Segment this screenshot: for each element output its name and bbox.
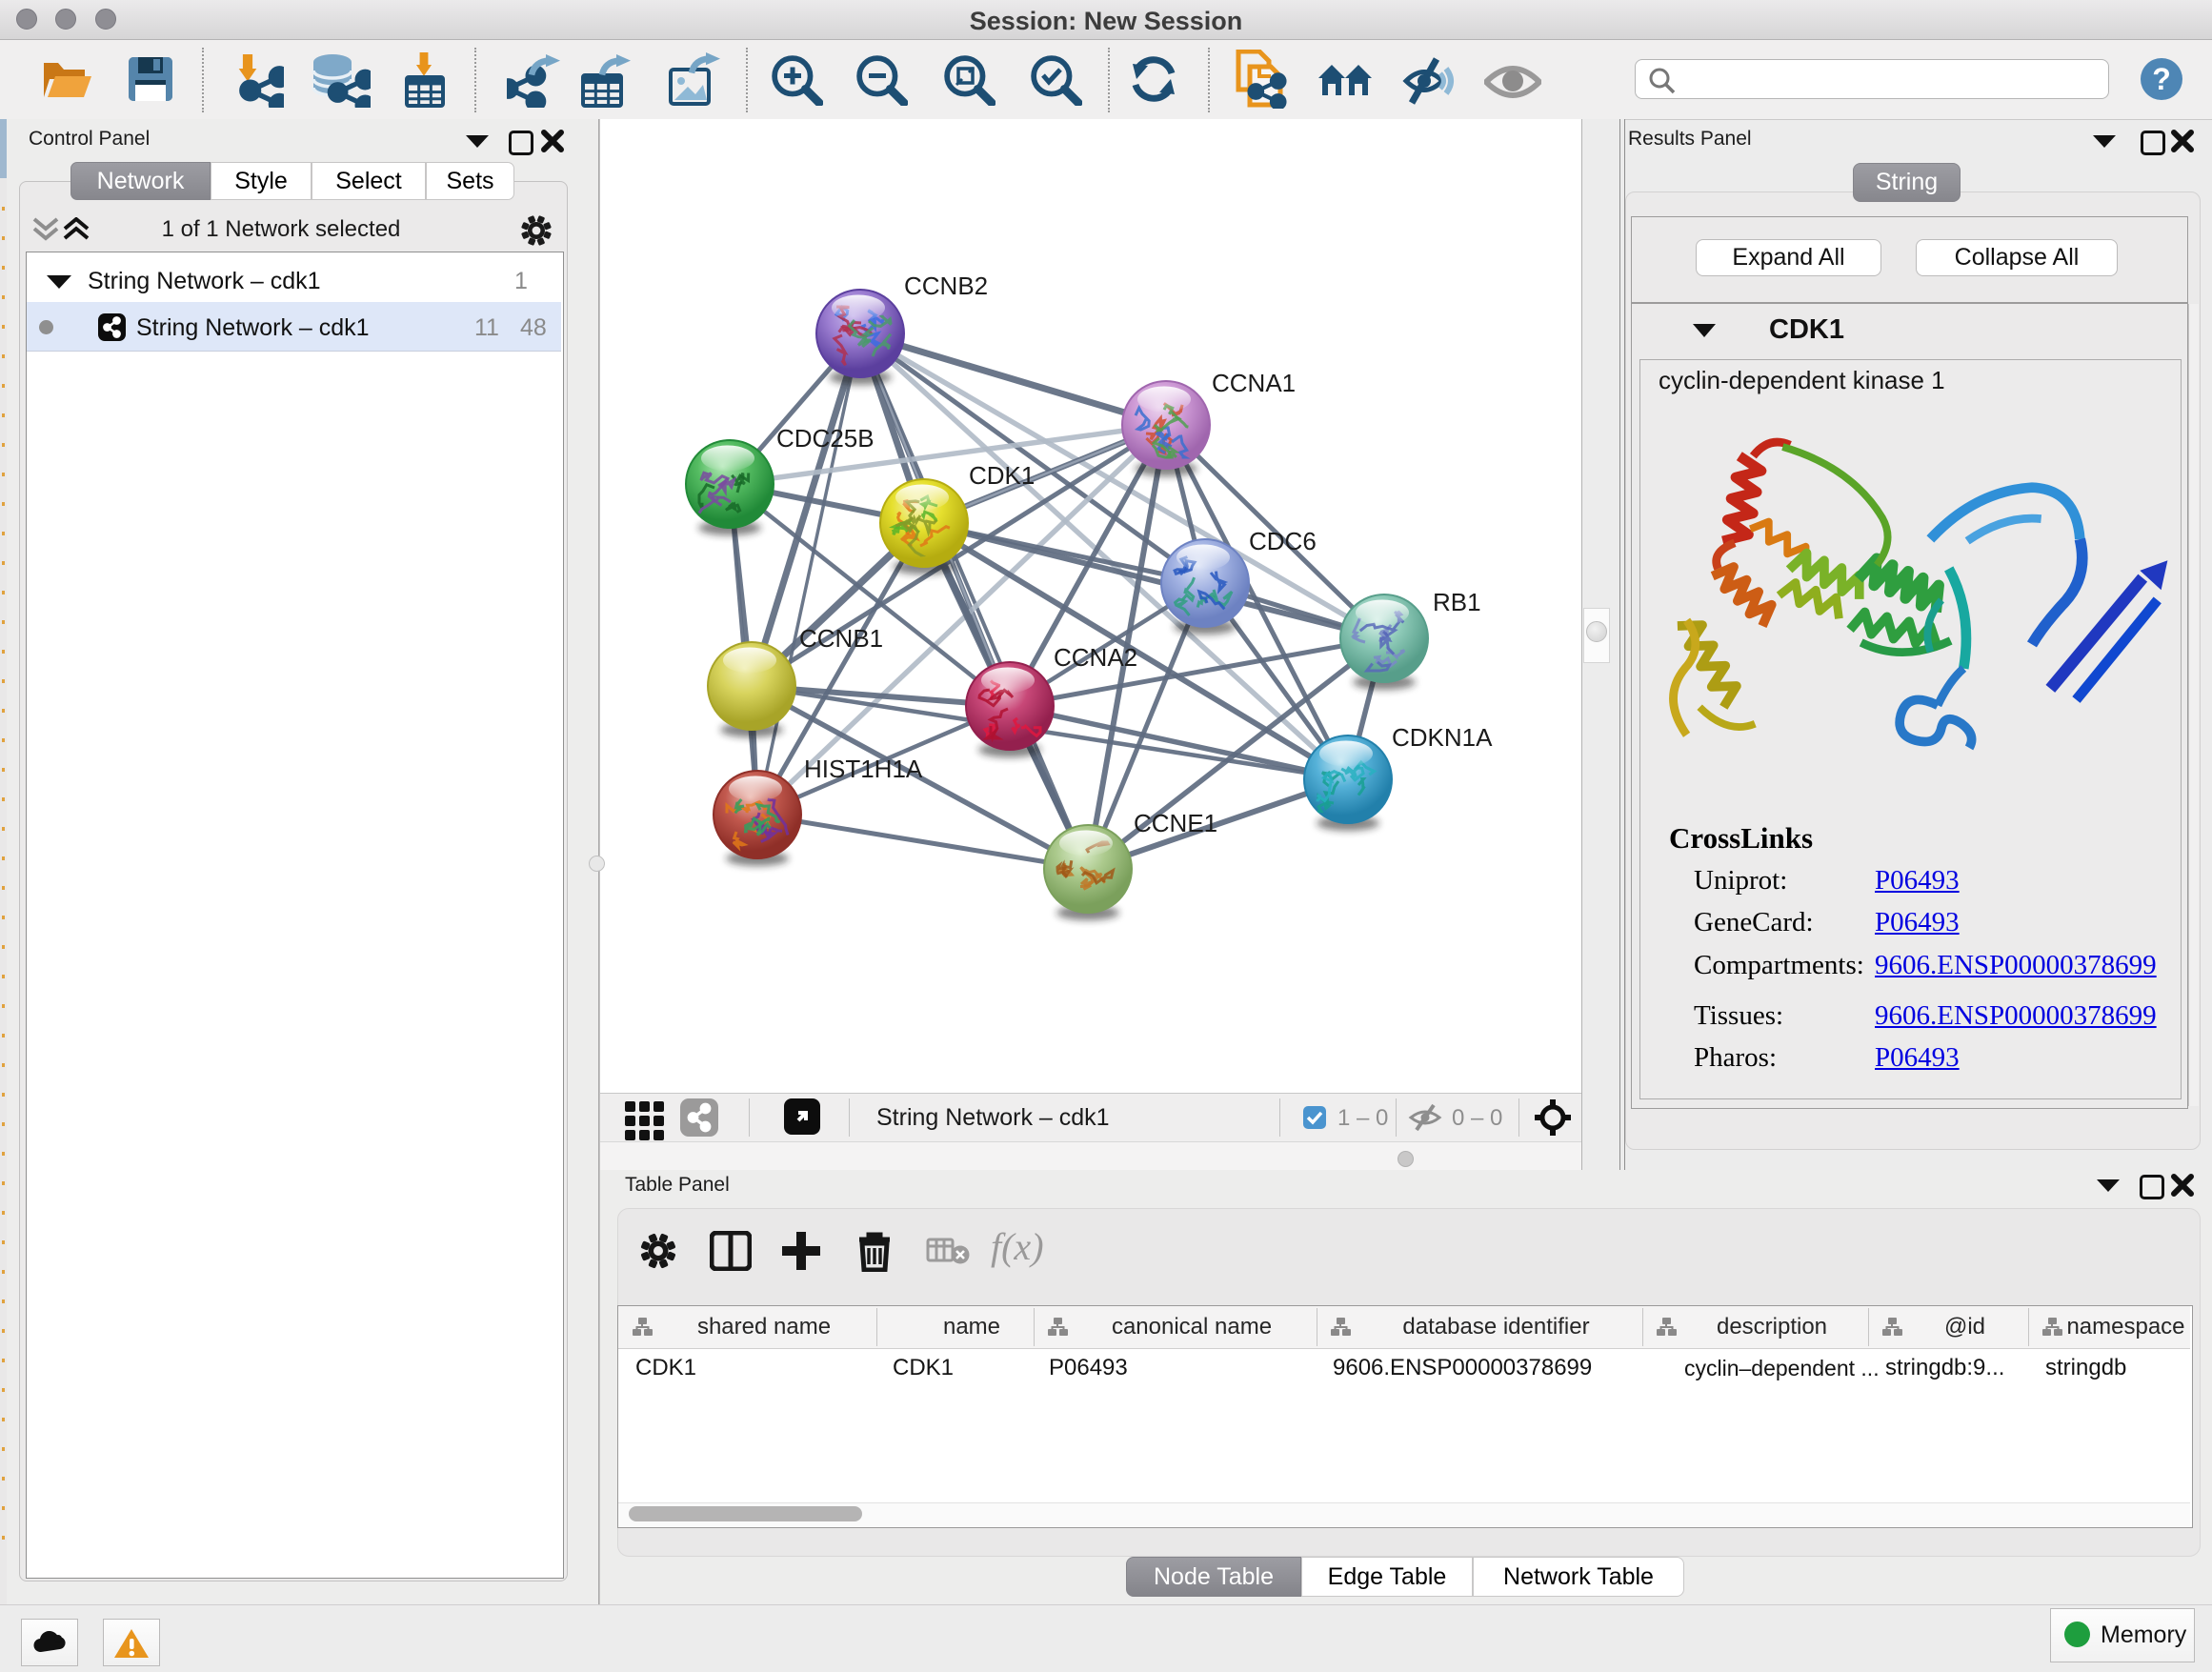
svg-text:CDC6: CDC6 xyxy=(1249,527,1317,555)
svg-text:CCNA1: CCNA1 xyxy=(1212,369,1296,397)
svg-text:HIST1H1A: HIST1H1A xyxy=(804,755,923,783)
svg-text:RB1: RB1 xyxy=(1433,588,1481,616)
svg-text:CCNB1: CCNB1 xyxy=(799,624,883,653)
svg-text:?: ? xyxy=(2152,62,2171,96)
svg-text:CCNE1: CCNE1 xyxy=(1134,809,1217,837)
svg-text:CDC25B: CDC25B xyxy=(776,424,875,453)
svg-text:CDKN1A: CDKN1A xyxy=(1392,723,1493,752)
svg-text:CDK1: CDK1 xyxy=(969,461,1035,490)
svg-text:CCNB2: CCNB2 xyxy=(904,272,988,300)
svg-text:CCNA2: CCNA2 xyxy=(1054,643,1137,672)
